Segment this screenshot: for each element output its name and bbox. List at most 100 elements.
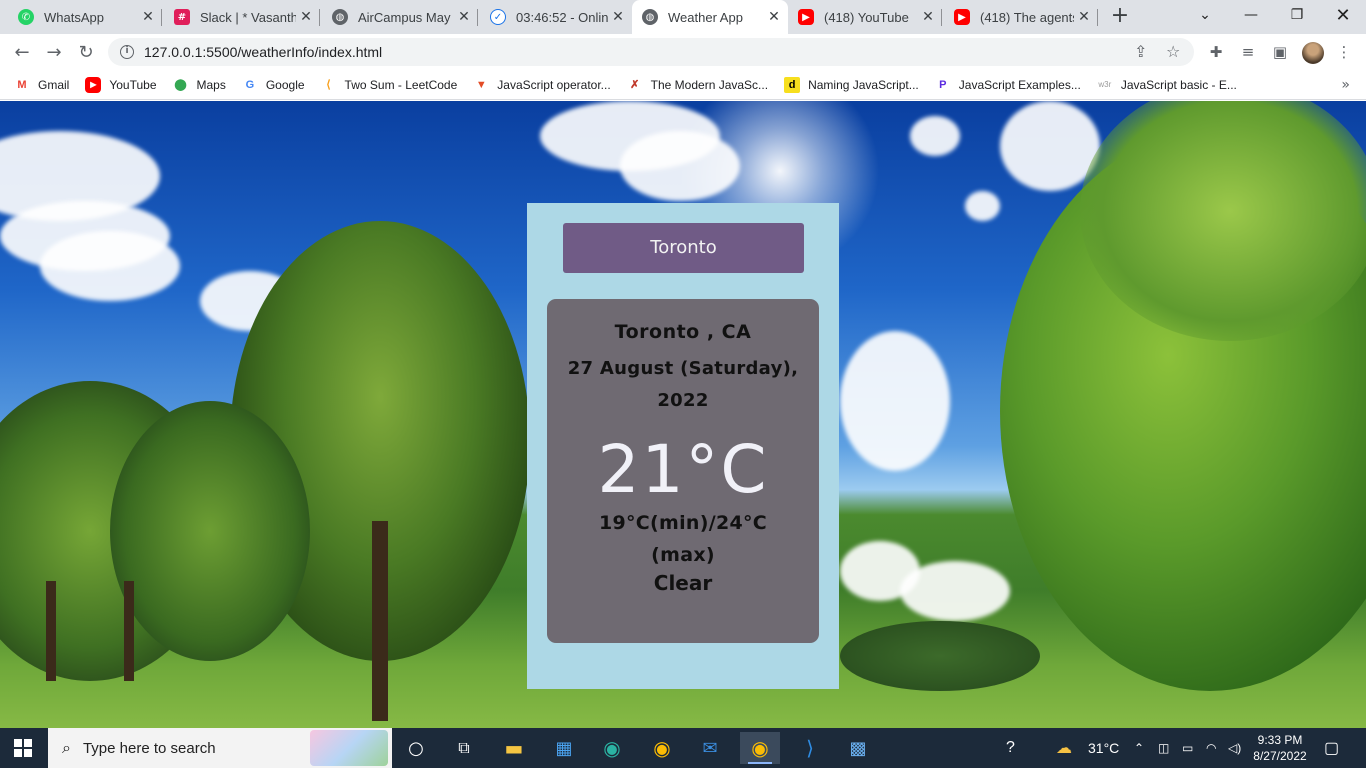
profile-avatar[interactable] [1302,42,1324,64]
close-window-button[interactable]: ✕ [1320,0,1366,30]
taskbar-clock[interactable]: 9:33 PM 8/27/2022 [1250,732,1310,764]
tab-title: (418) YouTube [824,9,909,25]
javascript-operator-icon: ▼ [475,78,487,91]
date-label: 27 August (Saturday), 2022 [567,358,799,411]
globe-icon: ◍ [642,9,658,25]
search-highlight-image [310,730,388,766]
wifi-icon[interactable]: ◠ [1206,728,1216,768]
restore-button[interactable]: ❐ [1274,0,1320,30]
search-icon: ⌕ [62,738,71,757]
tab-slack[interactable]: # Slack | * Vasanth ✕ [164,0,320,34]
help-icon[interactable]: ? [1006,728,1015,768]
bookmark-js-operator[interactable]: ▼ JavaScript operator... [473,77,611,93]
bookmark-maps[interactable]: ⬤ Maps [173,77,226,93]
vscode-icon[interactable]: ⟩ [790,732,830,764]
location-label: Toronto , CA [614,321,752,343]
chrome-active-icon[interactable]: ◉ [740,732,780,764]
extensions-icon[interactable]: ✚ [1206,42,1226,62]
bookmark-naming-js[interactable]: d Naming JavaScript... [784,76,919,93]
gmail-icon: M [17,78,27,91]
tab-title: Slack | * Vasanth [200,9,296,25]
weather-tray-icon[interactable]: ☁ [1056,728,1072,768]
minimize-button[interactable]: — [1228,0,1274,30]
tab-title: 03:46:52 - Online [516,9,608,25]
url-text[interactable]: 127.0.0.1:5500/weatherInfo/index.html [144,44,382,60]
tab-search-button[interactable]: ⌄ [1182,0,1228,30]
bookmark-js-basic[interactable]: w3r JavaScript basic - E... [1097,77,1237,93]
reload-button[interactable]: ↻ [74,40,98,64]
chrome-icon[interactable]: ◉ [642,732,682,764]
info-icon[interactable]: i [120,45,134,59]
bookmark-star-icon[interactable]: ☆ [1166,42,1180,61]
city-search-input[interactable]: Toronto [563,223,804,273]
cortana-icon[interactable]: ○ [396,732,436,764]
windows-taskbar: ⌕ Type here to search ○ ⧉ ▬ ▦ ◉ ◉ ✉ ◉ ⟩ … [0,728,1366,768]
tab-whatsapp[interactable]: ✆ WhatsApp ✕ [8,0,162,34]
bookmark-gmail[interactable]: M Gmail [14,77,69,93]
windows-start-icon[interactable] [14,739,32,757]
browser-toolbar: ← → ↻ i 127.0.0.1:5500/weatherInfo/index… [0,34,1366,70]
close-icon[interactable]: ✕ [764,9,784,25]
tab-title: AirCampus May F [358,9,454,25]
temperature-value: 21°C [597,431,769,508]
tab-title: Weather App [668,9,743,25]
close-icon[interactable]: ✕ [1074,9,1094,25]
bookmark-leetcode[interactable]: ⟨ Two Sum - LeetCode [321,77,457,93]
close-icon[interactable]: ✕ [138,9,158,25]
photos-icon[interactable]: ▩ [838,732,878,764]
mail-icon[interactable]: ✉ [690,732,730,764]
microsoft-store-icon[interactable]: ▦ [544,732,584,764]
youtube-icon: ▶ [85,76,102,93]
slack-icon: # [174,9,190,25]
share-icon[interactable]: ⇪ [1134,42,1147,61]
notifications-icon[interactable]: ▢ [1324,728,1339,768]
new-tab-button[interactable]: + [1108,5,1132,29]
volume-icon[interactable]: ◁) [1228,728,1241,768]
side-panel-icon[interactable]: ▣ [1270,42,1290,62]
close-icon[interactable]: ✕ [918,9,938,25]
timer-icon: ✓ [490,9,506,25]
weather-card: Toronto Toronto , CA 27 August (Saturday… [527,203,839,689]
google-icon: G [245,78,255,91]
bookmark-js-examples[interactable]: P JavaScript Examples... [935,77,1081,93]
bookmark-modern-js[interactable]: ✗ The Modern JavaSc... [627,77,768,93]
tab-weather-app[interactable]: ◍ Weather App ✕ [632,0,788,34]
task-view-icon[interactable]: ⧉ [444,732,484,764]
bookmarks-bar: M Gmail ▶ YouTube ⬤ Maps G Google ⟨ Two Sum -… [0,70,1366,100]
bookmark-youtube[interactable]: ▶ YouTube [85,76,157,93]
close-icon[interactable]: ✕ [608,9,628,25]
bookmark-google[interactable]: G Google [242,77,305,93]
leetcode-icon: ⟨ [326,79,331,91]
clock-time: 9:33 PM [1257,733,1303,747]
whatsapp-icon: ✆ [18,9,34,25]
close-icon[interactable]: ✕ [454,9,474,25]
youtube-icon: ▶ [954,9,970,25]
edge-icon[interactable]: ◉ [592,732,632,764]
search-placeholder: Type here to search [82,739,216,757]
tab-youtube[interactable]: ▶ (418) YouTube ✕ [788,0,942,34]
tray-temperature[interactable]: 31°C [1088,728,1119,768]
weather-page: Toronto Toronto , CA 27 August (Saturday… [0,101,1366,728]
tab-aircampus[interactable]: ◍ AirCampus May F ✕ [322,0,478,34]
tab-title: WhatsApp [44,9,104,25]
forward-button[interactable]: → [42,40,66,64]
back-button[interactable]: ← [10,40,34,64]
weather-info-panel: Toronto , CA 27 August (Saturday), 2022 … [547,299,819,643]
tab-timer[interactable]: ✓ 03:46:52 - Online ✕ [480,0,632,34]
tab-title: (418) The agents [980,9,1074,25]
more-bookmarks-icon[interactable]: » [1341,77,1350,93]
tab-youtube-agents[interactable]: ▶ (418) The agents ✕ [944,0,1098,34]
show-hidden-icons-icon[interactable]: ⌃ [1134,728,1144,768]
address-bar[interactable]: i 127.0.0.1:5500/weatherInfo/index.html … [108,38,1194,66]
menu-icon[interactable]: ⋮ [1334,42,1354,62]
reading-list-icon[interactable]: ≡ [1238,42,1258,62]
close-icon[interactable]: ✕ [296,9,316,25]
dev-icon: d [784,76,801,93]
file-explorer-icon[interactable]: ▬ [494,732,534,764]
meet-icon[interactable]: ◫ [1158,728,1169,768]
taskbar-search-box[interactable]: ⌕ Type here to search [48,728,392,768]
w3r-icon: w3r [1098,80,1112,89]
weather-condition: Clear [653,571,713,595]
youtube-icon: ▶ [798,9,814,25]
battery-icon[interactable]: ▭ [1182,728,1193,768]
